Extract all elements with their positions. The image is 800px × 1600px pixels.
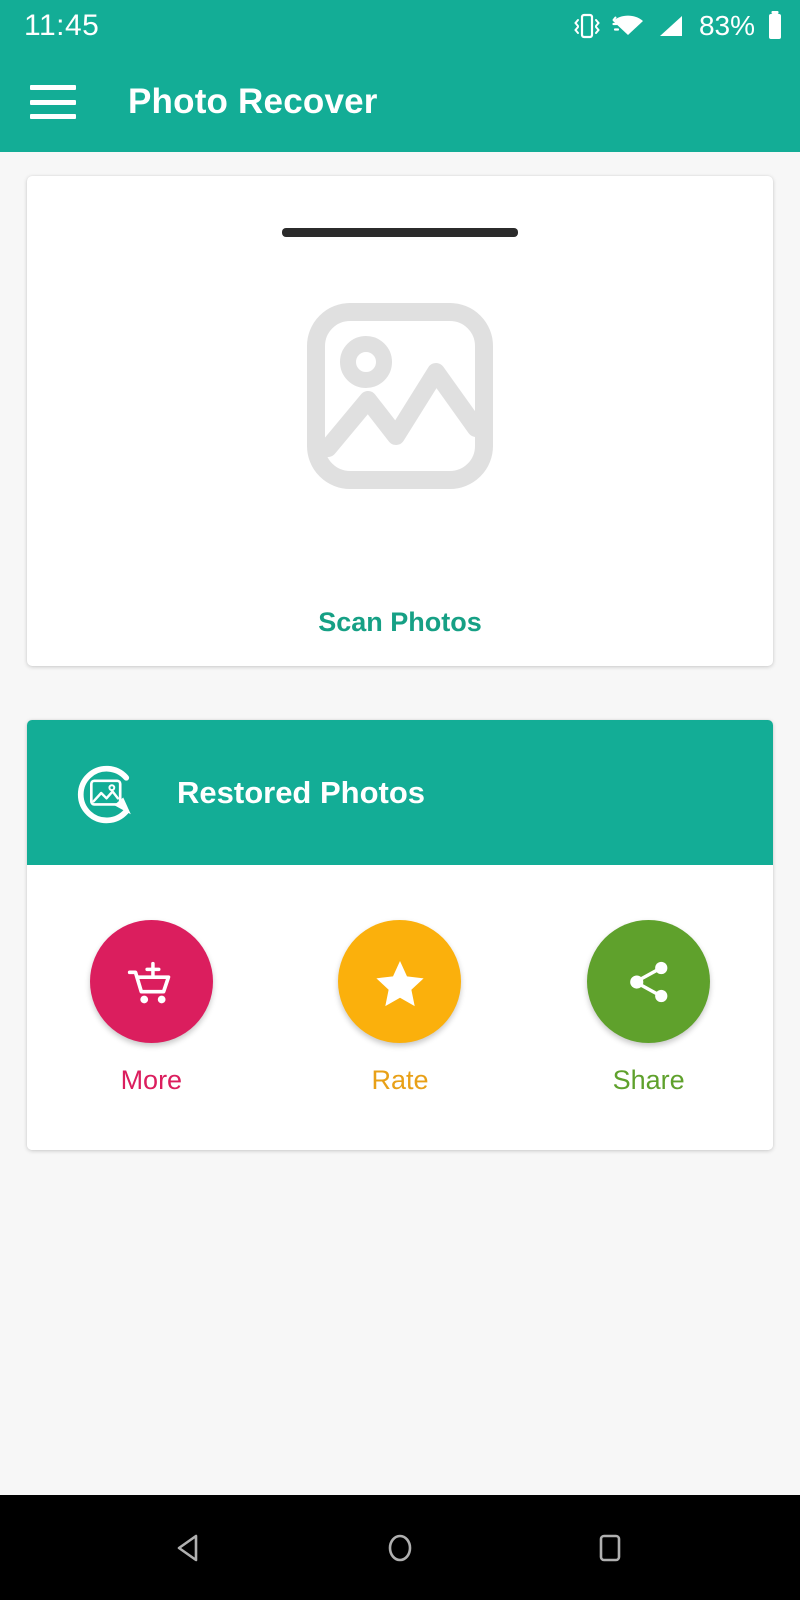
rate-button[interactable]: Rate [310,920,490,1096]
status-bar: 11:45 83% [0,0,800,52]
hamburger-menu-icon[interactable] [30,85,76,119]
signal-icon [659,16,682,36]
restored-photos-header[interactable]: Restored Photos [27,720,773,865]
home-icon [388,1534,412,1561]
home-button[interactable] [370,1518,430,1578]
app-screen: 11:45 83% Photo Recover Scan Photos Rest… [0,0,800,1600]
page-title: Photo Recover [128,82,378,121]
android-navigation-bar [0,1495,800,1600]
hamburger-bar [30,99,76,105]
scan-photos-card[interactable]: Scan Photos [27,176,773,666]
star-icon [376,960,424,1006]
vibrate-icon [574,13,600,39]
restored-photos-title: Restored Photos [177,774,426,810]
more-button[interactable]: More [61,920,241,1096]
status-icon-group: 83% [574,10,784,42]
action-button-row: More Rate Share [27,865,773,1150]
share-button[interactable]: Share [559,920,739,1096]
image-placeholder-icon [307,303,493,489]
scan-line [282,228,518,237]
recents-button[interactable] [580,1518,640,1578]
share-button-circle [587,920,711,1043]
rate-button-label: Rate [371,1065,429,1095]
hamburger-bar [30,114,76,119]
restore-photo-icon [77,765,131,823]
wifi-icon [612,15,643,35]
battery-percent-label: 83% [698,10,755,41]
cart-plus-icon [128,961,171,1003]
restored-photos-card: Restored Photos More Rate Share [27,720,773,1150]
back-icon [177,1534,198,1561]
back-button[interactable] [160,1518,220,1578]
content-area: Scan Photos Restored Photos More Rate Sh… [0,152,800,1495]
share-icon [629,961,668,1002]
battery-icon [769,11,781,39]
scan-photos-label: Scan Photos [318,607,482,637]
share-button-label: Share [612,1065,685,1095]
status-time: 11:45 [24,9,100,42]
more-button-circle [89,920,213,1043]
hamburger-bar [30,85,76,90]
scan-illustration [210,206,590,586]
app-bar: Photo Recover [0,52,800,152]
recents-icon [599,1534,621,1561]
rate-button-circle [338,920,462,1043]
more-button-label: More [120,1065,183,1095]
